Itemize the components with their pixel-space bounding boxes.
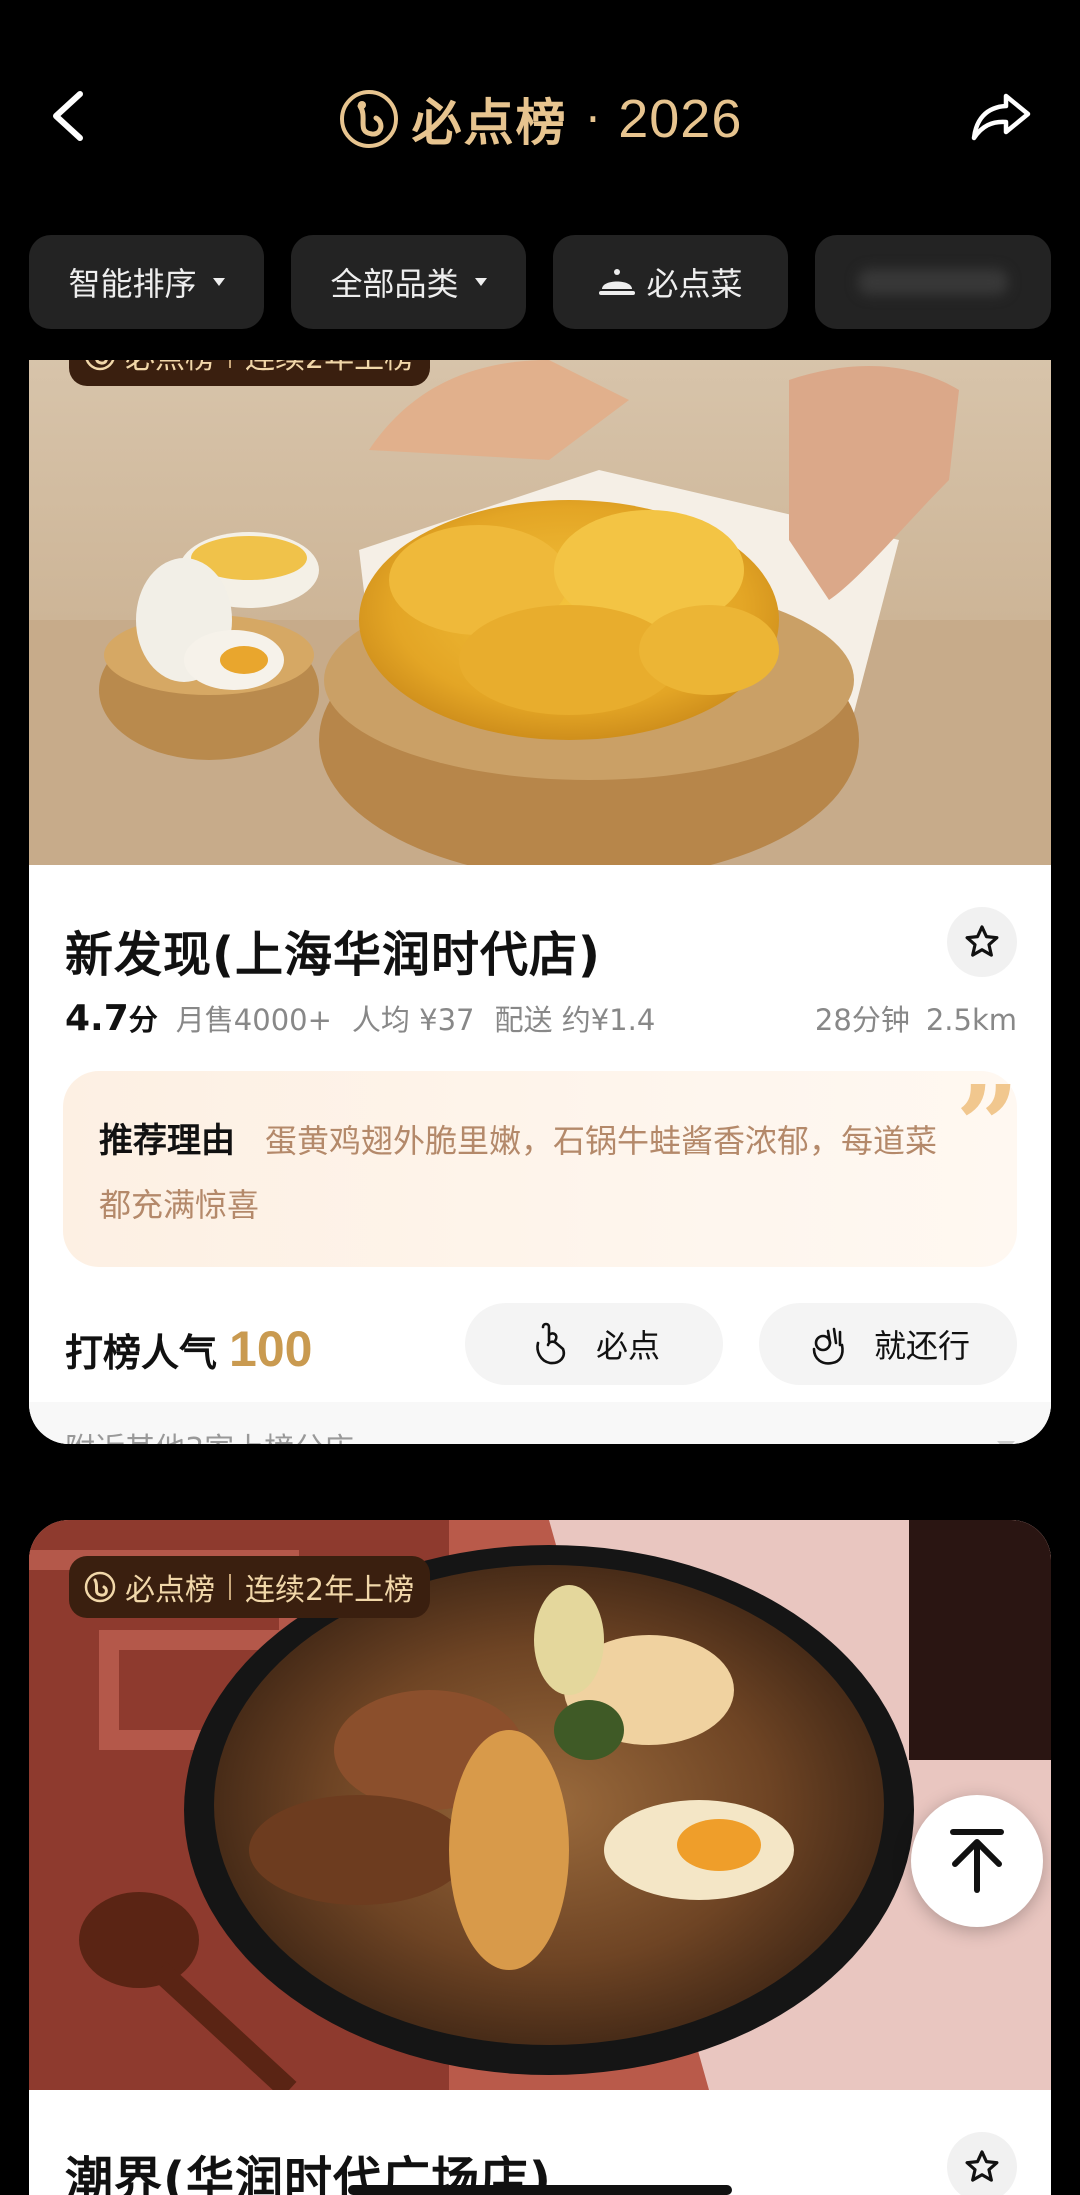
badge-brand: 必点榜 [125,360,215,377]
badge-divider [229,1574,231,1600]
restaurant-card[interactable]: 必点榜 连续2年上榜 潮界(华润时代广场店) [29,1520,1051,2195]
vote-just-ok-button[interactable]: 就还行 [759,1303,1017,1385]
delivery-fee: 配送 约¥1.4 [494,1003,656,1037]
restaurant-name[interactable]: 新发现(上海华润时代店) [65,915,601,985]
ranking-feed[interactable]: 必点榜 连续2年上榜 新发现(上海华润时代店) 4.7 分 月售4000+ 人均… [0,360,1080,2195]
restaurant-card[interactable]: 必点榜 连续2年上榜 新发现(上海华润时代店) 4.7 分 月售4000+ 人均… [29,360,1051,1444]
page-title: 必点榜 · 2026 [0,84,1080,154]
restaurant-meta: 4.7 分 月售4000+ 人均 ¥37 配送 约¥1.4 28分钟 2.5km [65,997,1017,1041]
quote-mark-icon: ” [955,1061,1019,1190]
food-photo-chicken-wings [29,360,1051,865]
favorite-button[interactable] [947,907,1017,977]
badge-text: 连续2年上榜 [245,1573,415,1608]
badge-brand: 必点榜 [125,1573,215,1608]
dropdown-triangle-icon [212,278,225,286]
chip-label: 智能排序 [68,265,197,303]
more-filter-chip[interactable] [815,235,1051,329]
monthly-sales: 月售4000+ [175,1003,332,1037]
ranking-badge: 必点榜 连续2年上榜 [69,360,431,386]
dropdown-triangle-icon [474,278,487,286]
distance: 2.5km [925,1003,1017,1037]
category-filter-chip[interactable]: 全部品类 [291,235,526,329]
home-indicator [348,2185,732,2195]
title-year: 2026 [618,89,743,149]
recommendation-box: 推荐理由 蛋黄鸡翅外脆里嫩，石锅牛蛙酱香浓郁，每道菜都充满惊喜 ” [63,1061,1019,1267]
star-outline-icon [965,2150,999,2182]
popularity-value: 100 [229,1321,313,1377]
sort-filter-chip[interactable]: 智能排序 [29,235,264,329]
ok-hand-icon [812,1327,844,1365]
blurred-chip-label [858,269,1008,295]
star-outline-icon [965,925,999,957]
ranking-badge: 必点榜 连续2年上榜 [69,1556,431,1618]
top-nav-bar: 必点榜 · 2026 [0,0,1080,235]
rating-unit: 分 [128,1003,158,1037]
badge-text: 连续2年上榜 [245,360,414,377]
bidian-logo-icon [339,90,398,148]
popularity-label: 打榜人气 [65,1331,218,1375]
bidian-logo-icon [85,360,115,371]
share-arrow-icon[interactable] [970,90,1032,142]
recommendation-title: 推荐理由 [99,1121,235,1161]
badge-divider [229,360,231,368]
average-price: 人均 ¥37 [351,1003,475,1037]
rating-score: 4.7 [65,998,129,1039]
cloche-icon [599,269,636,295]
chip-label: 必点菜 [646,265,743,303]
popularity: 打榜人气 100 [65,1320,312,1378]
brand-name: 必点榜 [411,94,568,152]
favorite-button[interactable] [947,2132,1017,2195]
nearby-text: 附近其他3家上榜分店 [65,1424,354,1445]
expand-chevron-icon [997,1440,1015,1444]
chip-label: 全部品类 [330,265,459,303]
vote-label: 就还行 [873,1327,970,1365]
nearby-branches-row[interactable]: 附近其他3家上榜分店 [29,1402,1051,1444]
bidian-logo-icon [84,1571,116,1603]
arrow-up-to-top-icon [950,1829,1004,1893]
delivery-time: 28分钟 [814,1003,910,1037]
vote-must-order-button[interactable]: 必点 [465,1303,723,1385]
title-separator: · [585,92,601,146]
recommendation-text-block: 推荐理由 蛋黄鸡翅外脆里嫩，石锅牛蛙酱香浓郁，每道菜都充满惊喜 [99,1109,947,1237]
must-order-filter-chip[interactable]: 必点菜 [553,235,788,329]
vote-label: 必点 [595,1327,660,1365]
back-to-top-button[interactable] [911,1795,1043,1927]
hand-heart-icon [536,1322,565,1365]
filter-bar: 智能排序 全部品类 必点菜 [0,235,1080,330]
